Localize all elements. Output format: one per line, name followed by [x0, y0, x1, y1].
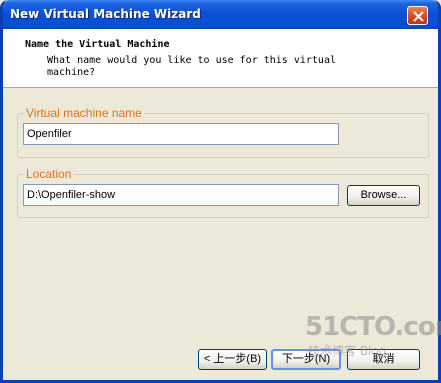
title-bar[interactable]: New Virtual Machine Wizard: [3, 0, 438, 29]
vm-name-input[interactable]: Openfiler: [23, 123, 339, 145]
page-subtitle: What name would you like to use for this…: [47, 55, 336, 78]
watermark-logo: 51CTO.com: [305, 312, 441, 342]
wizard-header: Name the Virtual Machine What name would…: [3, 29, 438, 88]
close-button[interactable]: [407, 6, 428, 25]
back-button[interactable]: < 上一步(B): [198, 349, 267, 370]
page-title: Name the Virtual Machine: [25, 39, 170, 50]
watermark-sub: 技术博客 Blog: [308, 344, 387, 358]
window-title: New Virtual Machine Wizard: [10, 7, 201, 21]
vm-name-label: Virtual machine name: [24, 106, 144, 120]
wizard-window: New Virtual Machine Wizard Name the Virt…: [0, 0, 441, 383]
close-icon: [413, 11, 424, 22]
location-label: Location: [24, 167, 74, 181]
location-input[interactable]: D:\Openfiler-show: [23, 184, 339, 206]
browse-button[interactable]: Browse...: [347, 185, 420, 206]
